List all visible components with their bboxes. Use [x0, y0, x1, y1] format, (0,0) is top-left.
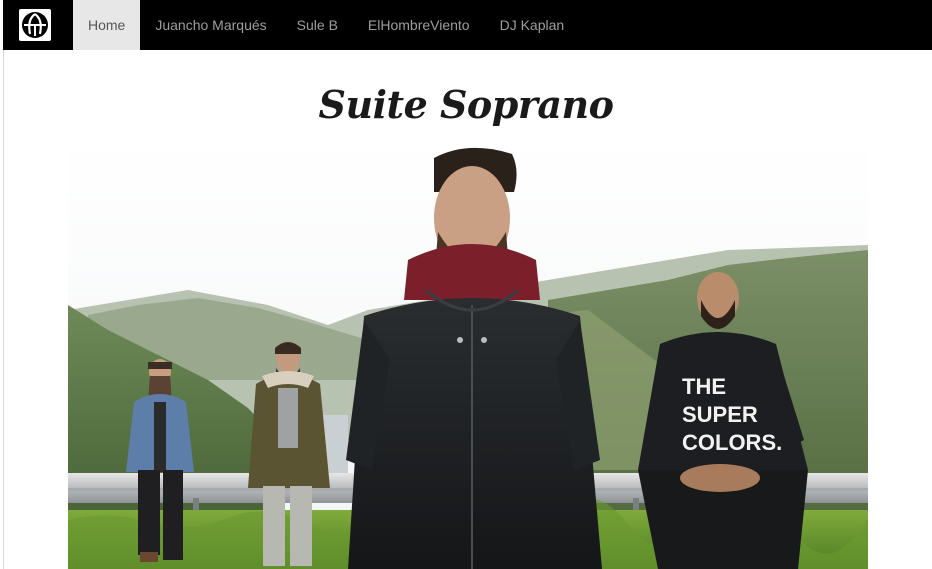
- page-title: Suite Soprano: [318, 82, 614, 127]
- brand-logo[interactable]: [3, 0, 67, 50]
- nav-item-dj-kaplan[interactable]: DJ Kaplan: [485, 0, 580, 50]
- nav-item-home[interactable]: Home: [73, 0, 141, 50]
- navbar: Home Juancho Marqués Sule B ElHombreVien…: [3, 0, 932, 50]
- nav-item-sule-b[interactable]: Sule B: [282, 0, 353, 50]
- nav-item-elhombreviento[interactable]: ElHombreViento: [353, 0, 485, 50]
- suite-soprano-logo-icon: [19, 9, 51, 41]
- nav-list: Home Juancho Marqués Sule B ElHombreVien…: [73, 0, 579, 50]
- shirt-text-line-3: COLORS.: [682, 430, 782, 455]
- band-photo-image: THE SUPER COLORS.: [68, 140, 868, 569]
- shirt-text-line-2: SUPER: [682, 402, 758, 427]
- nav-item-juancho-marques[interactable]: Juancho Marqués: [140, 0, 281, 50]
- shirt-text-line-1: THE: [682, 374, 726, 399]
